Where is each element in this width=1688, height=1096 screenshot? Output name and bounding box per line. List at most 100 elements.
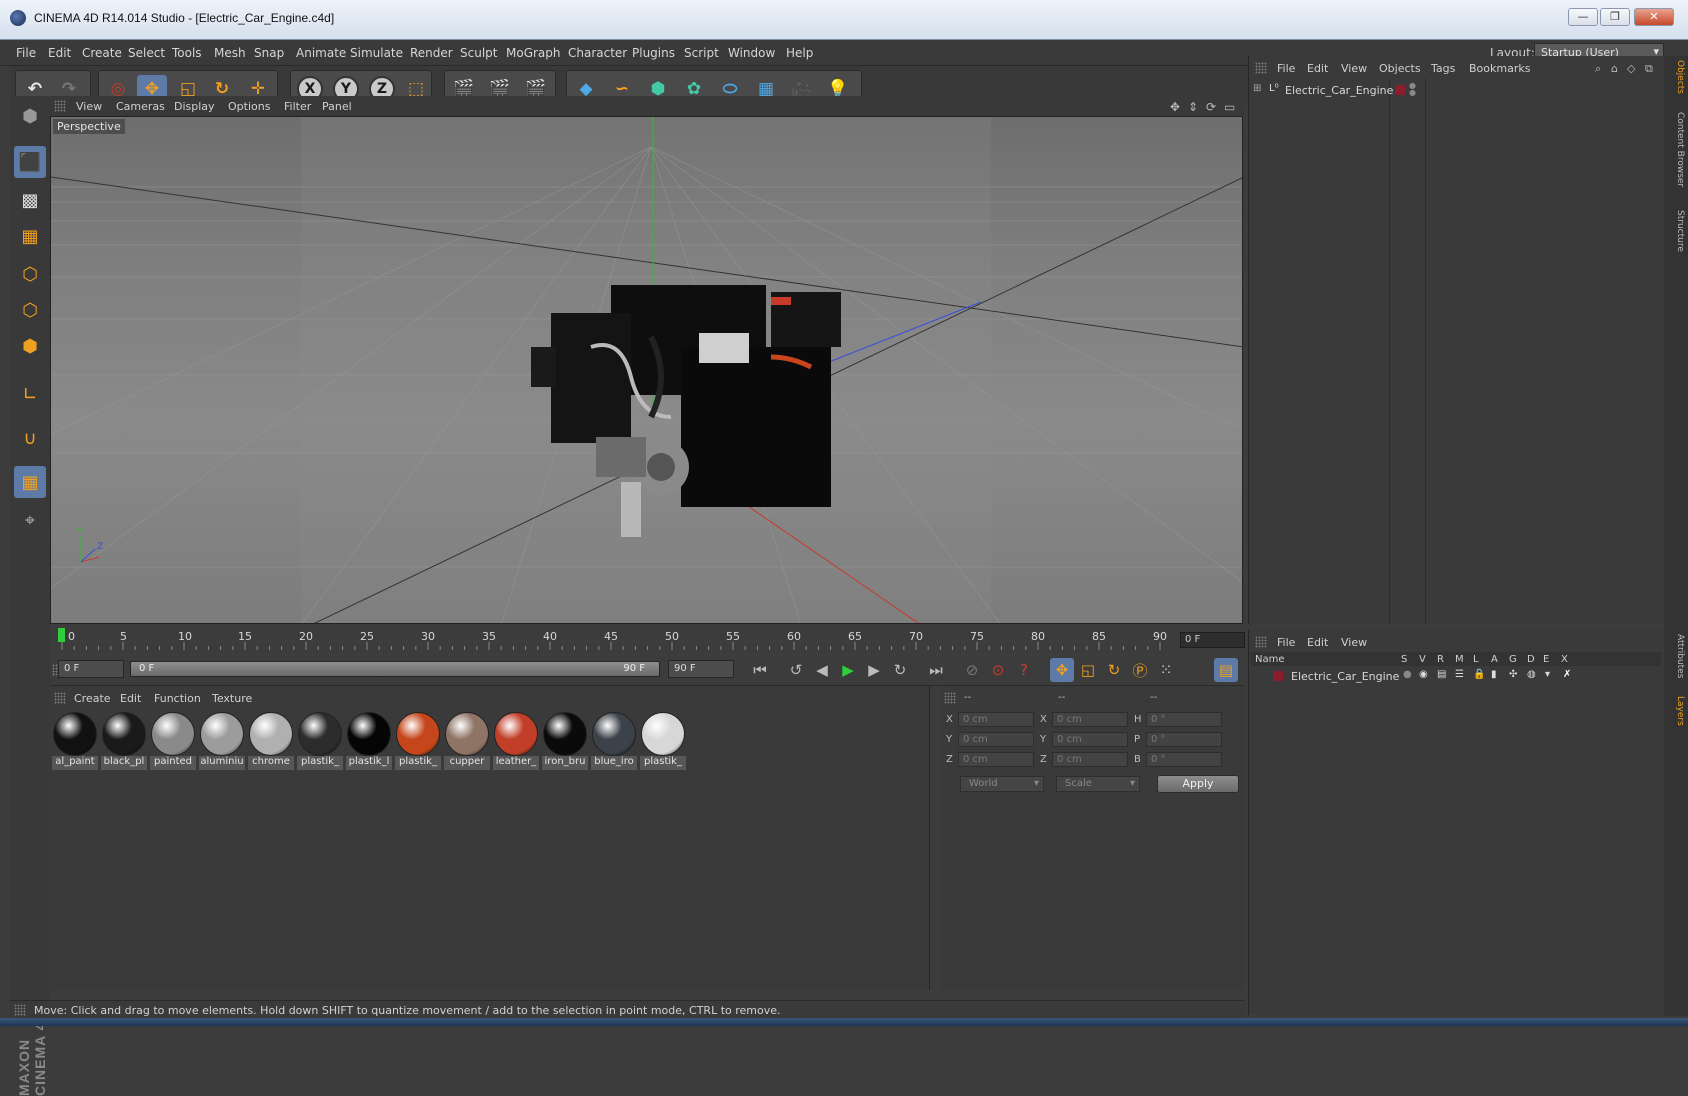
play-forward-icon[interactable]: ▶ xyxy=(836,658,860,682)
viewport-menu-options[interactable]: Options xyxy=(228,100,270,113)
material-menu-create[interactable]: Create xyxy=(74,692,111,705)
objects-menu-tags[interactable]: Tags xyxy=(1431,62,1455,75)
coordinates-grip[interactable] xyxy=(944,692,956,704)
workplane-mode-icon[interactable]: ▦ xyxy=(14,220,46,252)
key-position-icon[interactable]: ✥ xyxy=(1050,658,1074,682)
key-parameter-icon[interactable]: Ⓟ xyxy=(1128,658,1152,682)
next-key-icon[interactable]: ↻ xyxy=(888,658,912,682)
tab-layers[interactable]: Layers xyxy=(1667,696,1685,726)
render-icon[interactable]: ▤ xyxy=(1437,669,1446,680)
key-rotation-icon[interactable]: ↻ xyxy=(1102,658,1126,682)
menu-script[interactable]: Script xyxy=(684,46,719,60)
viewport-pan-icon[interactable]: ✥ xyxy=(1170,100,1180,114)
material-thumbnail[interactable]: iron_bru xyxy=(542,710,588,770)
viewport-menu-display[interactable]: Display xyxy=(174,100,215,113)
pos-x-field[interactable]: 0 cm xyxy=(958,712,1034,727)
menu-mograph[interactable]: MoGraph xyxy=(506,46,561,60)
make-editable-icon[interactable]: ⬢ xyxy=(14,100,46,132)
menu-edit[interactable]: Edit xyxy=(48,46,71,60)
lock-icon[interactable]: 🔒 xyxy=(1473,669,1485,680)
size-y-field[interactable]: 0 cm xyxy=(1052,732,1128,747)
material-menu-function[interactable]: Function xyxy=(154,692,201,705)
menu-create[interactable]: Create xyxy=(82,46,122,60)
close-button[interactable]: ✕ xyxy=(1634,8,1674,26)
menu-window[interactable]: Window xyxy=(728,46,775,60)
collapse-icon[interactable]: ◇ xyxy=(1627,62,1635,75)
layer-color-swatch[interactable] xyxy=(1395,85,1405,95)
tab-objects[interactable]: Objects xyxy=(1667,60,1685,94)
material-thumbnail[interactable]: cupper xyxy=(444,710,490,770)
layers-menu-view[interactable]: View xyxy=(1341,636,1367,649)
material-thumbnail[interactable]: plastik_ xyxy=(297,710,343,770)
model-mode-icon[interactable]: ⬛ xyxy=(14,146,46,178)
tab-attributes[interactable]: Attributes xyxy=(1667,634,1685,678)
preview-range-slider[interactable]: 0 F 90 F xyxy=(130,661,660,677)
search-icon[interactable]: ⌕ xyxy=(1595,62,1601,76)
layer-manager-grip[interactable] xyxy=(1255,636,1267,648)
material-thumbnail[interactable]: aluminiu xyxy=(199,710,245,770)
objects-menu-bookmarks[interactable]: Bookmarks xyxy=(1469,62,1530,75)
viewport-maximize-icon[interactable]: ▭ xyxy=(1224,100,1235,114)
end-frame-field[interactable]: 90 F xyxy=(668,660,734,678)
coordinate-space-select[interactable]: World ▾ xyxy=(960,776,1044,792)
material-thumbnail[interactable]: plastik_ xyxy=(395,710,441,770)
timeline-ruler[interactable]: 0 5 10 15 20 25 30 35 40 45 50 55 60 65 … xyxy=(50,624,1245,654)
layers-menu-file[interactable]: File xyxy=(1277,636,1295,649)
layer-color-swatch[interactable] xyxy=(1273,671,1283,681)
material-thumbnail[interactable]: blue_iro xyxy=(591,710,637,770)
solo-dot-icon[interactable]: ● xyxy=(1403,669,1412,680)
minimize-button[interactable]: — xyxy=(1568,8,1598,26)
key-pla-icon[interactable]: ⁙ xyxy=(1154,658,1178,682)
size-z-field[interactable]: 0 cm xyxy=(1052,752,1128,767)
expression-icon[interactable]: ▾ xyxy=(1545,669,1550,680)
pos-y-field[interactable]: 0 cm xyxy=(958,732,1034,747)
viewport-menu-panel[interactable]: Panel xyxy=(322,100,352,113)
layers-menu-edit[interactable]: Edit xyxy=(1307,636,1328,649)
tweak-magnet-icon[interactable]: ∪ xyxy=(14,422,46,454)
objects-menu-edit[interactable]: Edit xyxy=(1307,62,1328,75)
material-menu-edit[interactable]: Edit xyxy=(120,692,141,705)
timeline-window-icon[interactable]: ▤ xyxy=(1214,658,1238,682)
viewport-grip[interactable] xyxy=(54,100,66,112)
generator-icon[interactable]: ✣ xyxy=(1509,669,1517,680)
go-to-start-icon[interactable]: ⏮ xyxy=(748,658,772,682)
next-frame-icon[interactable]: ▶ xyxy=(862,658,886,682)
size-x-field[interactable]: 0 cm xyxy=(1052,712,1128,727)
viewport-menu-filter[interactable]: Filter xyxy=(284,100,311,113)
material-thumbnail[interactable]: black_pl xyxy=(101,710,147,770)
axis-mode-icon[interactable]: ∟ xyxy=(14,378,46,410)
material-thumbnail[interactable]: plastik_ xyxy=(640,710,686,770)
menu-character[interactable]: Character xyxy=(568,46,627,60)
new-window-icon[interactable]: ⧉ xyxy=(1645,62,1653,76)
menu-simulate[interactable]: Simulate xyxy=(350,46,403,60)
menu-render[interactable]: Render xyxy=(410,46,453,60)
current-frame-field[interactable]: 0 F xyxy=(1180,632,1245,648)
keyframe-selection-icon[interactable]: ? xyxy=(1012,658,1036,682)
viewport-dolly-icon[interactable]: ⇕ xyxy=(1188,100,1198,114)
objects-menu-view[interactable]: View xyxy=(1341,62,1367,75)
viewport-menu-view[interactable]: View xyxy=(76,100,102,113)
material-grip[interactable] xyxy=(54,692,66,704)
menu-mesh[interactable]: Mesh xyxy=(214,46,246,60)
snap-enable-icon[interactable]: ▦ xyxy=(14,466,46,498)
home-icon[interactable]: ⌂ xyxy=(1611,62,1618,75)
material-thumbnail[interactable]: al_paint xyxy=(52,710,98,770)
points-mode-icon[interactable]: ⬡ xyxy=(14,258,46,290)
deformer-icon[interactable]: ◍ xyxy=(1527,669,1536,680)
menu-file[interactable]: File xyxy=(16,46,36,60)
menu-tools[interactable]: Tools xyxy=(172,46,202,60)
record-keys-icon[interactable]: ⊘ xyxy=(960,658,984,682)
viewport-menu-cameras[interactable]: Cameras xyxy=(116,100,165,113)
apply-button[interactable]: Apply xyxy=(1157,775,1239,793)
menu-sculpt[interactable]: Sculpt xyxy=(460,46,497,60)
key-scale-icon[interactable]: ◱ xyxy=(1076,658,1100,682)
edges-mode-icon[interactable]: ⬡ xyxy=(14,294,46,326)
rot-b-field[interactable]: 0 ° xyxy=(1146,752,1222,767)
material-thumbnail[interactable]: leather_ xyxy=(493,710,539,770)
locked-workplane-icon[interactable]: ⌖ xyxy=(14,504,46,536)
pos-z-field[interactable]: 0 cm xyxy=(958,752,1034,767)
animation-icon[interactable]: ▮ xyxy=(1491,669,1497,680)
menu-animate[interactable]: Animate xyxy=(296,46,346,60)
layer-row-electric-car-engine[interactable]: Electric_Car_Engine ● ◉ ▤ ☰ 🔒 ▮ ✣ ◍ ▾ ✗ xyxy=(1251,668,1661,684)
xref-icon[interactable]: ✗ xyxy=(1563,669,1571,680)
